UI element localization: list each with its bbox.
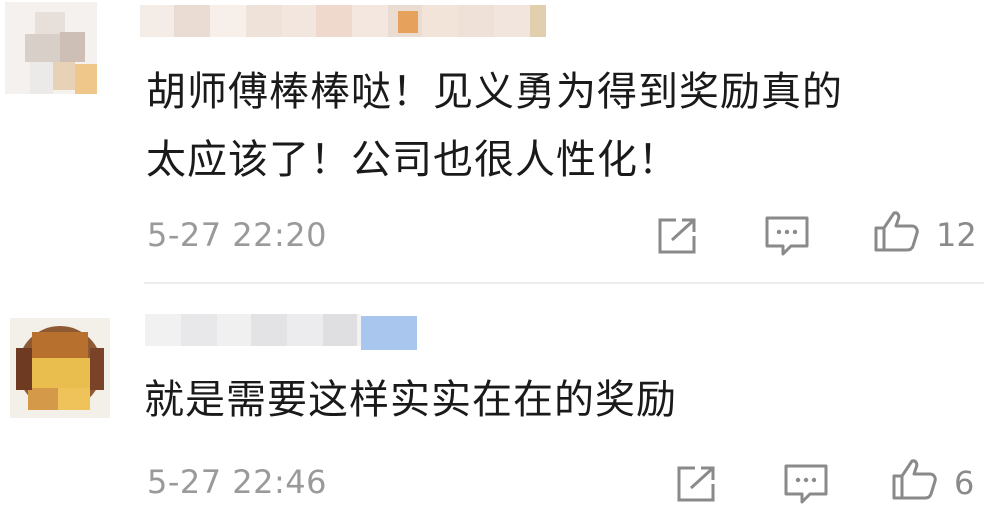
comment-item: 就是需要这样实实在在的奖励 5-27 22:46 6 xyxy=(0,290,984,506)
comment-text-line: 胡师傅棒棒哒！见义勇为得到奖励真的 xyxy=(146,69,843,115)
comment-item: 胡师傅棒棒哒！见义勇为得到奖励真的 太应该了！公司也很人性化！ 5-27 22:… xyxy=(0,0,984,268)
thumbs-up-icon[interactable] xyxy=(890,458,938,502)
thumbs-up-icon[interactable] xyxy=(872,210,920,254)
share-icon[interactable] xyxy=(673,462,721,506)
like-count: 12 xyxy=(936,216,977,254)
comment-text: 胡师傅棒棒哒！见义勇为得到奖励真的 太应该了！公司也很人性化！ xyxy=(146,58,946,194)
comment-timestamp: 5-27 22:46 xyxy=(147,463,328,501)
comment-text-line: 就是需要这样实实在在的奖励 xyxy=(144,377,677,423)
comment-text-line: 太应该了！公司也很人性化！ xyxy=(146,137,679,183)
like-count: 6 xyxy=(954,464,975,502)
avatar[interactable] xyxy=(5,2,97,94)
comment-icon[interactable] xyxy=(763,214,811,258)
comment-icon[interactable] xyxy=(782,462,830,506)
share-icon[interactable] xyxy=(654,214,702,258)
comment-timestamp: 5-27 22:20 xyxy=(147,216,328,254)
divider xyxy=(144,282,984,284)
avatar[interactable] xyxy=(10,318,110,418)
comment-text: 就是需要这样实实在在的奖励 xyxy=(144,366,944,434)
